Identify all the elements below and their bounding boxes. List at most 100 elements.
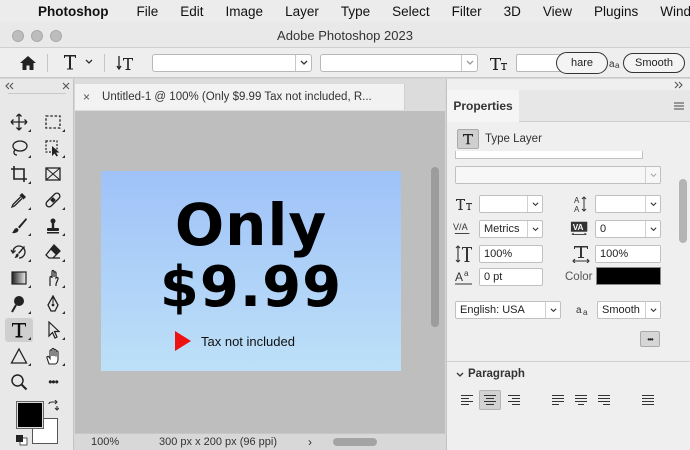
properties-tab[interactable]: Properties: [447, 90, 519, 122]
font-size-input[interactable]: [479, 195, 543, 213]
menu-photoshop[interactable]: Photoshop: [38, 4, 109, 19]
svg-text:A: A: [455, 270, 463, 284]
menu-type[interactable]: Type: [341, 4, 370, 19]
close-toolbar-icon[interactable]: [62, 82, 70, 90]
menu-view[interactable]: View: [543, 4, 572, 19]
properties-header: Properties: [447, 90, 690, 122]
share-button[interactable]: hare: [556, 52, 608, 74]
history-brush-tool[interactable]: [5, 240, 33, 264]
shape-tool[interactable]: [5, 344, 33, 368]
status-menu-arrow[interactable]: ›: [308, 435, 312, 449]
justify-last-center-button[interactable]: [570, 390, 592, 410]
font-family-field[interactable]: [455, 151, 643, 159]
object-selection-tool[interactable]: [39, 136, 67, 160]
healing-brush-tool[interactable]: [39, 188, 67, 212]
baseline-shift-icon: Aa: [454, 268, 474, 286]
move-tool[interactable]: [5, 110, 33, 134]
eyedropper-tool[interactable]: [5, 188, 33, 212]
dodge-icon: [11, 296, 24, 313]
paragraph-section-label[interactable]: Paragraph: [468, 368, 525, 380]
collapse-panel-icon[interactable]: [673, 81, 683, 89]
close-document-icon[interactable]: ×: [83, 90, 90, 104]
menu-file[interactable]: File: [137, 4, 159, 19]
menu-filter[interactable]: Filter: [452, 4, 482, 19]
menu-image[interactable]: Image: [226, 4, 264, 19]
canvas-tax-note[interactable]: Tax not included: [175, 331, 295, 351]
antialias-select[interactable]: Smooth: [597, 301, 661, 319]
align-center-icon: [484, 394, 496, 406]
properties-scrollbar[interactable]: [679, 179, 687, 243]
canvas-text-only[interactable]: Only: [101, 191, 401, 259]
align-left-button[interactable]: [456, 390, 478, 410]
text-color-swatch[interactable]: [596, 267, 661, 285]
kerning-select[interactable]: Metrics: [479, 220, 543, 238]
menu-select[interactable]: Select: [392, 4, 430, 19]
language-select[interactable]: English: USA: [455, 301, 561, 319]
foreground-color-swatch[interactable]: [16, 401, 44, 429]
gradient-tool[interactable]: [5, 266, 33, 290]
canvas-text-price[interactable]: $9.99: [101, 255, 401, 320]
default-colors-icon[interactable]: [15, 434, 29, 446]
home-icon[interactable]: [19, 55, 37, 71]
lasso-tool[interactable]: [5, 136, 33, 160]
menu-plugins[interactable]: Plugins: [594, 4, 638, 19]
eraser-icon: [45, 244, 61, 259]
leading-input[interactable]: [595, 195, 661, 213]
svg-text:A: A: [574, 205, 580, 213]
hand-tool[interactable]: [39, 344, 67, 368]
justify-last-left-button[interactable]: [547, 390, 569, 410]
frame-tool[interactable]: [39, 162, 67, 186]
toggle-text-orientation-icon[interactable]: [116, 54, 136, 72]
stamp-icon: [47, 218, 59, 234]
justify-last-right-button[interactable]: [593, 390, 615, 410]
smudge-tool[interactable]: [39, 266, 67, 290]
brush-icon: [12, 218, 27, 234]
panel-menu-icon[interactable]: [673, 100, 685, 112]
menu-3d[interactable]: 3D: [504, 4, 521, 19]
vertical-scale-input[interactable]: 100%: [479, 245, 543, 263]
align-center-button[interactable]: [479, 390, 501, 410]
font-style-select[interactable]: [320, 54, 478, 72]
svg-text:a: a: [576, 305, 582, 316]
smudge-icon: [49, 269, 59, 286]
zoom-level[interactable]: 100%: [91, 436, 119, 448]
brush-tool[interactable]: [5, 214, 33, 238]
swap-colors-icon[interactable]: [47, 400, 59, 412]
antialias-select[interactable]: Smooth: [623, 53, 685, 73]
path-selection-tool[interactable]: [39, 318, 67, 342]
svg-text:A: A: [574, 196, 580, 205]
justify-all-button[interactable]: [637, 390, 659, 410]
font-style-field[interactable]: [455, 166, 661, 184]
menu-layer[interactable]: Layer: [285, 4, 319, 19]
align-right-icon: [508, 394, 520, 406]
horizontal-scrollbar[interactable]: [333, 438, 377, 446]
document-tab-title: Untitled-1 @ 100% (Only $9.99 Tax not in…: [102, 91, 372, 103]
eyedropper-icon: [10, 193, 26, 209]
options-bar: hare a a Smooth: [0, 48, 690, 78]
tracking-value: 0: [600, 223, 607, 235]
font-family-select[interactable]: [152, 54, 312, 72]
align-right-button[interactable]: [503, 390, 525, 410]
more-options-button[interactable]: •••: [640, 331, 660, 347]
baseline-shift-input[interactable]: 0 pt: [479, 268, 543, 286]
document-tab[interactable]: × Untitled-1 @ 100% (Only $9.99 Tax not …: [75, 84, 405, 110]
horizontal-scale-input[interactable]: 100%: [595, 245, 661, 263]
collapse-toolbar-icon[interactable]: [5, 82, 15, 90]
zoom-tool[interactable]: [5, 370, 33, 394]
crop-tool[interactable]: [5, 162, 33, 186]
menu-window[interactable]: Windo: [660, 4, 690, 19]
type-tool[interactable]: [5, 318, 33, 342]
edit-toolbar-button[interactable]: •••: [39, 370, 67, 394]
tracking-select[interactable]: 0: [595, 220, 661, 238]
pen-tool[interactable]: [39, 292, 67, 316]
clone-stamp-tool[interactable]: [39, 214, 67, 238]
tool-preset-picker[interactable]: [62, 53, 94, 71]
dodge-tool[interactable]: [5, 292, 33, 316]
chevron-down-icon[interactable]: [455, 371, 465, 379]
menu-edit[interactable]: Edit: [180, 4, 203, 19]
artboard[interactable]: Only $9.99 Tax not included: [101, 171, 401, 371]
canvas-area[interactable]: Only $9.99 Tax not included: [75, 111, 445, 433]
vertical-scrollbar[interactable]: [431, 167, 439, 327]
marquee-tool[interactable]: [39, 110, 67, 134]
eraser-tool[interactable]: [39, 240, 67, 264]
